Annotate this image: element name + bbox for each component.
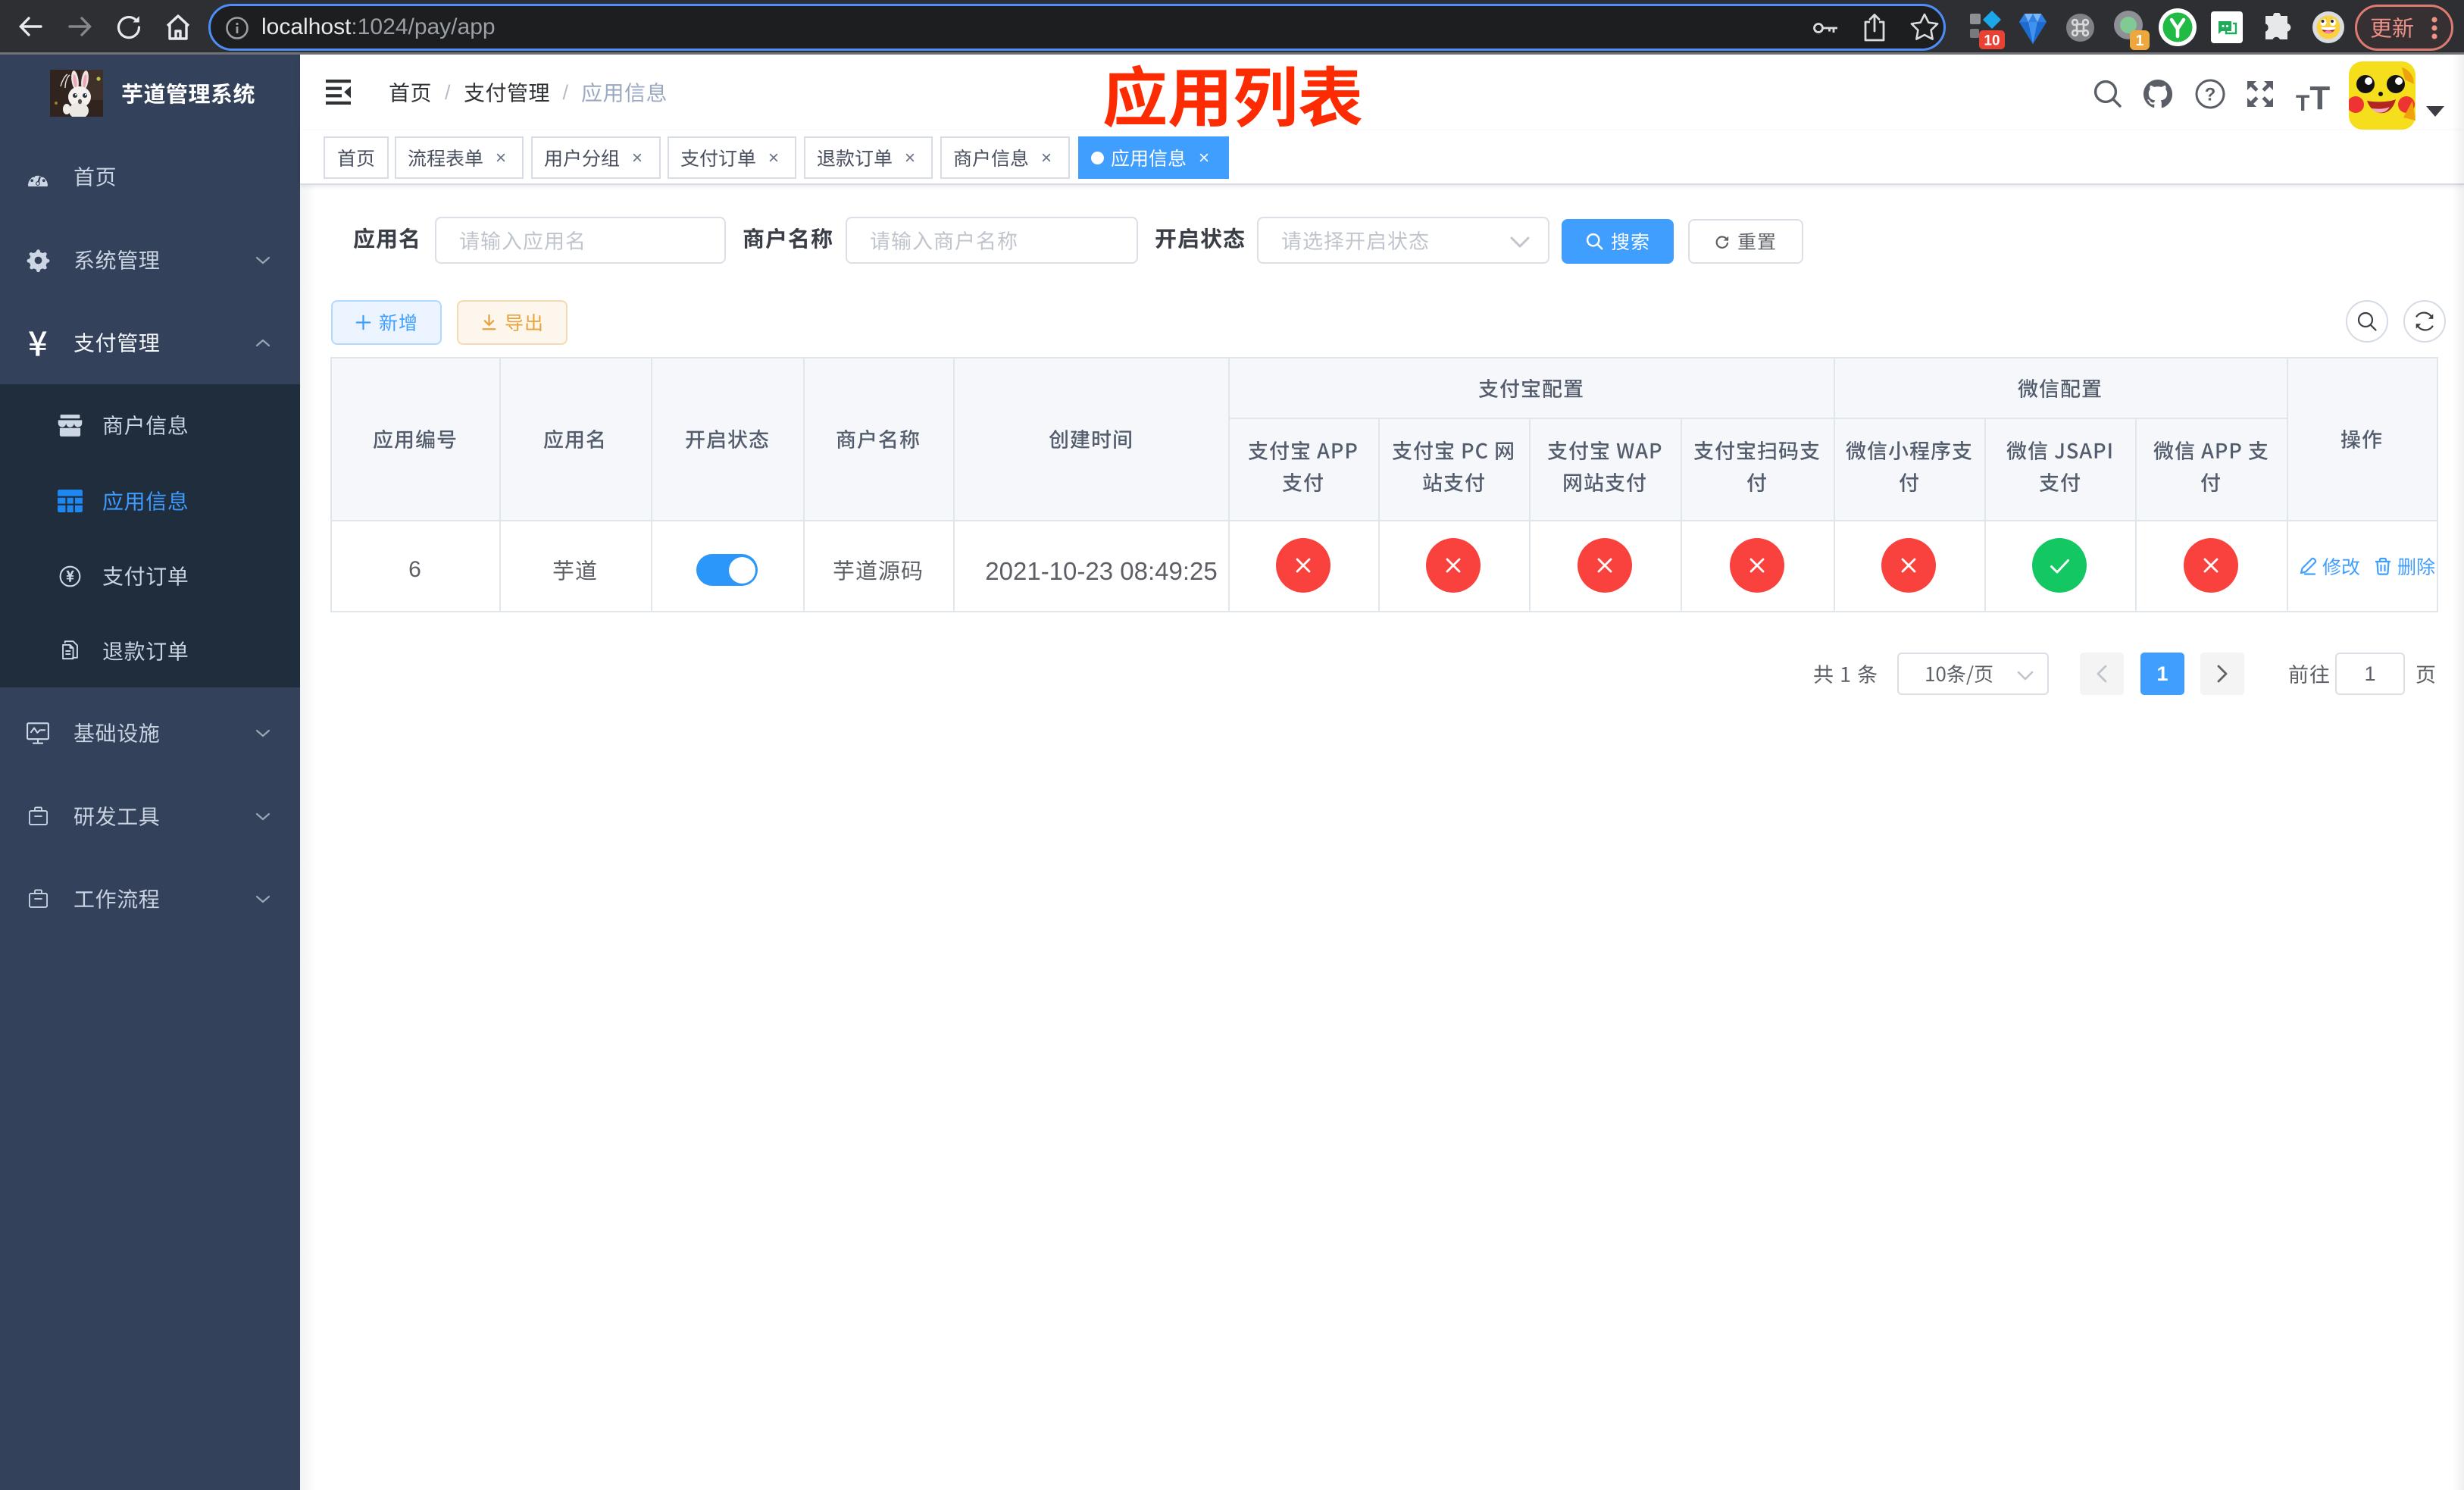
svg-text:10: 10 (1984, 33, 2000, 49)
svg-text:1: 1 (2135, 33, 2143, 49)
svg-text:?: ? (2205, 85, 2216, 105)
